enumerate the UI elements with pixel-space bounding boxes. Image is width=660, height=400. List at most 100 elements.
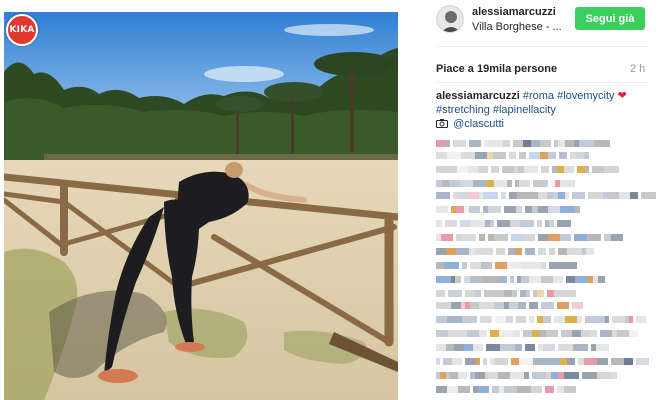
hashtag-lovemycity[interactable]: #lovemycity <box>557 90 614 102</box>
pixel-block <box>529 302 538 309</box>
post-photo[interactable]: KIKA <box>4 12 398 400</box>
pixel-block <box>629 330 638 337</box>
pixel-block <box>531 386 542 393</box>
pixel-block <box>563 262 577 269</box>
pixel-block <box>488 206 501 213</box>
pixel-block <box>446 248 456 255</box>
pixel-block <box>600 330 612 337</box>
pixel-block <box>517 386 531 393</box>
pixel-block <box>523 140 531 147</box>
pixel-block <box>557 166 564 173</box>
pixel-block <box>549 248 555 255</box>
pixel-block <box>436 290 445 297</box>
pixel-block <box>560 206 575 213</box>
pixel-block <box>480 316 492 323</box>
pixel-block <box>619 192 630 199</box>
pixel-block <box>499 330 513 337</box>
pixel-block <box>629 316 633 323</box>
pixel-block <box>541 302 554 309</box>
pixel-block <box>455 330 467 337</box>
pixel-block <box>524 166 538 173</box>
avatar[interactable] <box>436 5 464 33</box>
pixel-block <box>463 234 476 241</box>
pixel-block <box>487 248 493 255</box>
post-time[interactable]: 2 h <box>630 63 645 75</box>
pixel-block <box>494 358 503 365</box>
pixel-block <box>504 386 511 393</box>
pixel-block <box>498 372 510 379</box>
pixel-block <box>483 358 487 365</box>
pixel-block <box>539 330 546 337</box>
pixel-block <box>604 234 611 241</box>
pixel-block <box>458 386 470 393</box>
pixel-block <box>598 140 610 147</box>
likes-divider <box>436 82 648 83</box>
pixel-block <box>497 290 504 297</box>
pixel-block <box>531 140 540 147</box>
pixel-block <box>517 192 531 199</box>
pixel-block <box>456 234 463 241</box>
hashtag-roma[interactable]: #roma <box>523 90 554 102</box>
pixel-block <box>496 248 505 255</box>
pixel-block <box>549 220 554 227</box>
follow-button[interactable]: Segui già <box>575 7 645 30</box>
pixel-block <box>520 220 534 227</box>
pixel-block <box>452 358 462 365</box>
pixel-block <box>519 358 533 365</box>
pixel-block <box>501 192 506 199</box>
pixel-block <box>441 234 453 241</box>
caption-author[interactable]: alessiamarcuzzi <box>436 90 520 102</box>
pixel-block <box>454 344 464 351</box>
pixel-block <box>548 234 560 241</box>
pixel-block <box>575 206 580 213</box>
hashtag-stretching[interactable]: #stretching <box>436 104 490 116</box>
pixel-block <box>564 290 576 297</box>
pixel-block <box>462 262 467 269</box>
pixel-block <box>567 248 582 255</box>
pixel-block <box>560 358 567 365</box>
pixel-block <box>529 152 540 159</box>
likes-count[interactable]: Piace a 19mila persone <box>436 63 557 75</box>
pixel-block <box>572 192 585 199</box>
pixel-block <box>540 152 548 159</box>
pixel-block <box>479 330 487 337</box>
pixel-block <box>483 192 498 199</box>
pixel-block <box>503 358 508 365</box>
pixel-block <box>548 152 556 159</box>
pixel-block <box>481 262 492 269</box>
pixel-block <box>451 302 461 309</box>
pixel-block <box>495 316 506 323</box>
pixel-block <box>448 330 455 337</box>
caption-line-1: alessiamarcuzzi #roma #lovemycity ❤ <box>436 89 652 103</box>
pixel-block <box>577 316 582 323</box>
pixel-block <box>565 140 574 147</box>
pixel-block <box>558 248 567 255</box>
avatar-image <box>437 6 463 32</box>
pixel-block <box>436 206 448 213</box>
pixel-block <box>465 180 473 187</box>
pixel-block <box>467 192 479 199</box>
heart-icon: ❤ <box>617 90 627 102</box>
pixel-block <box>584 152 589 159</box>
pixel-block <box>497 220 510 227</box>
location-link[interactable]: Villa Borghese - ... <box>472 21 562 33</box>
pixel-block <box>531 192 538 199</box>
mention-clascutti[interactable]: @clascutti <box>453 118 504 130</box>
pixel-block <box>547 290 554 297</box>
pixel-block <box>504 290 512 297</box>
pixel-block <box>436 344 446 351</box>
pixel-block <box>605 316 609 323</box>
pixel-block <box>494 180 507 187</box>
hashtag-lapinellacity[interactable]: #lapinellacity <box>493 104 556 116</box>
pixel-block <box>464 344 473 351</box>
pixel-block <box>584 358 597 365</box>
pixel-block <box>436 166 445 173</box>
pixel-block <box>502 166 514 173</box>
pixel-block <box>471 220 485 227</box>
pixel-block <box>529 316 534 323</box>
pixel-block <box>486 344 500 351</box>
pixel-block <box>475 248 487 255</box>
pixel-block <box>513 140 523 147</box>
username-link[interactable]: alessiamarcuzzi <box>472 6 556 18</box>
pixel-block <box>489 372 498 379</box>
